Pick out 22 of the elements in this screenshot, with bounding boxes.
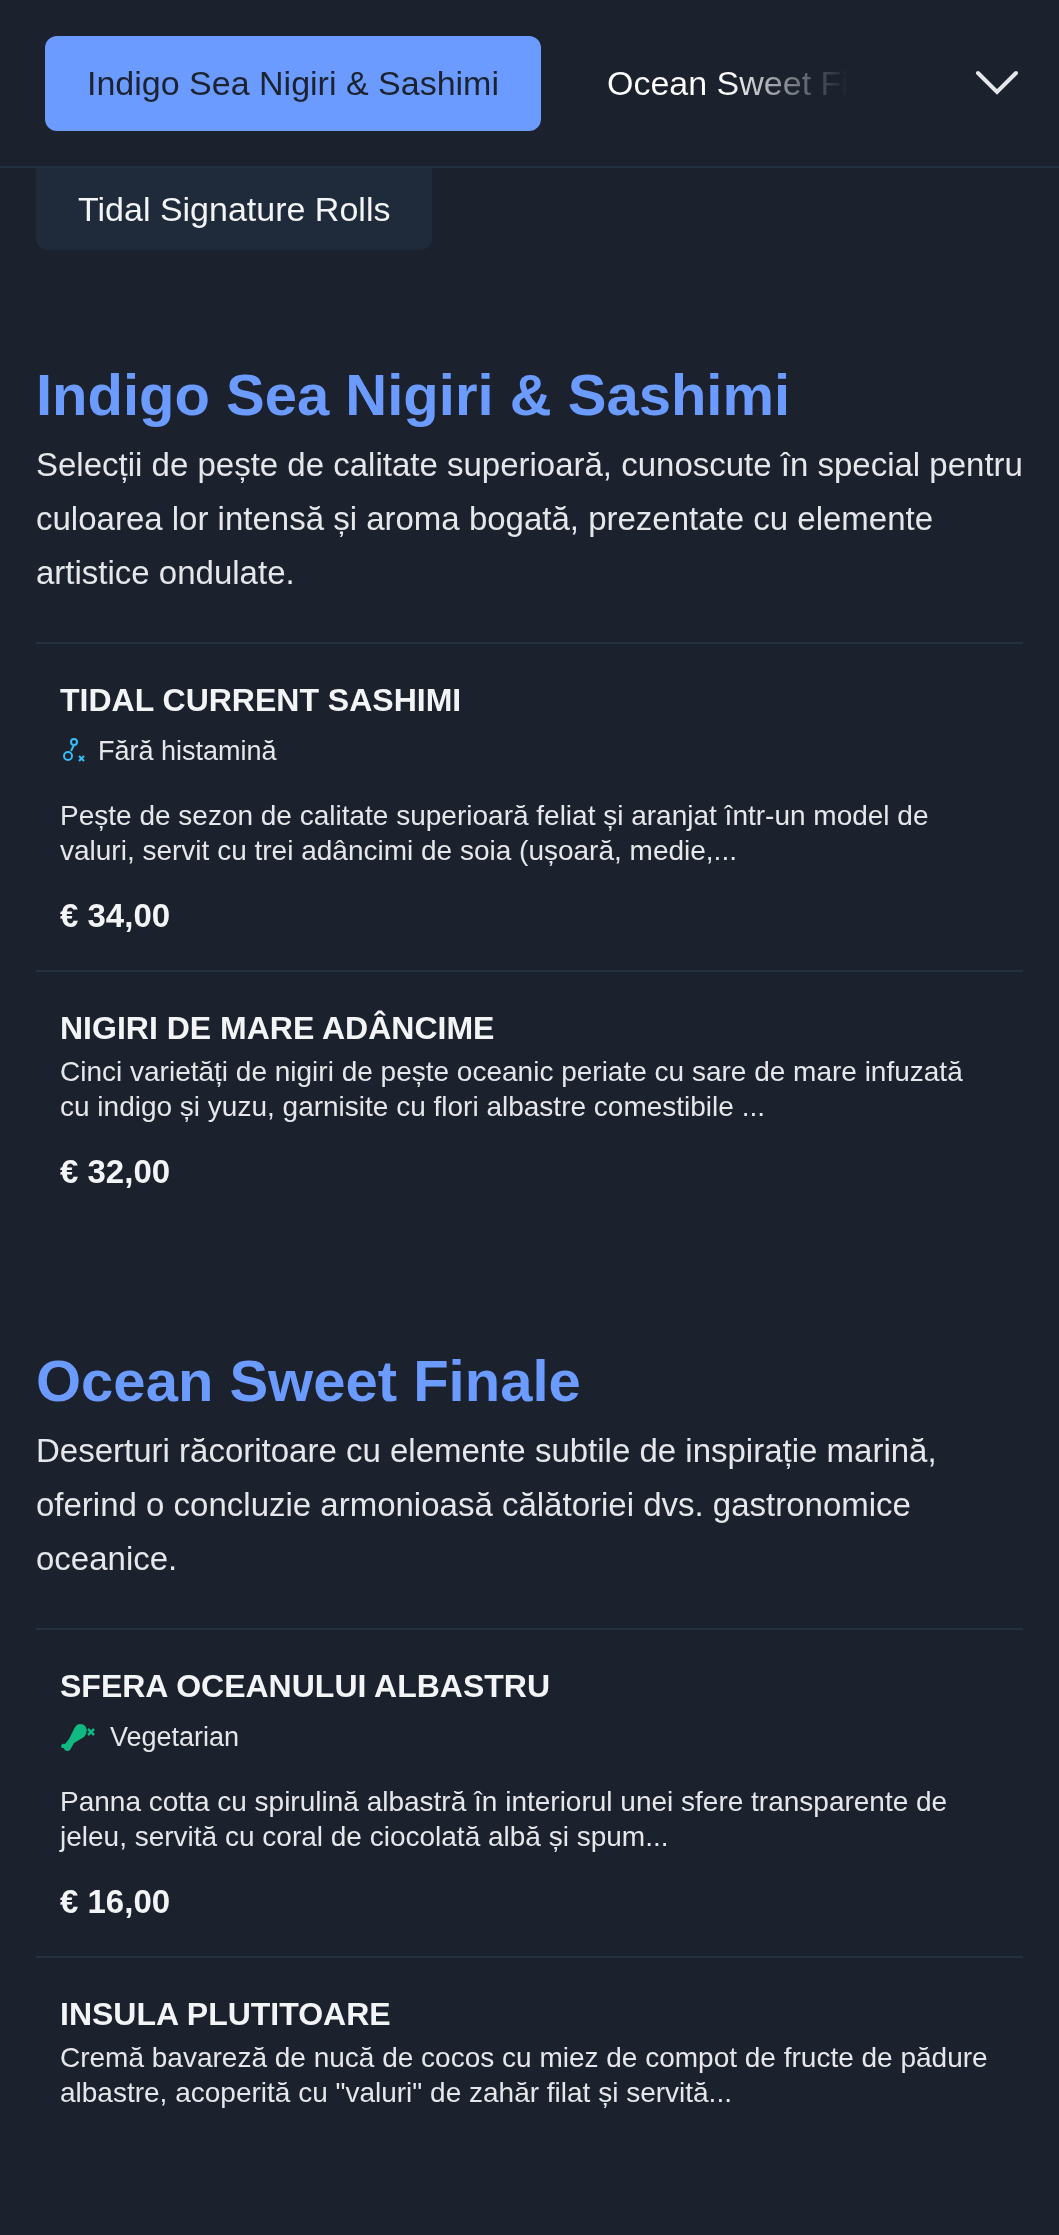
dish-description: Panna cotta cu spirulină albastră în interiorul unei sfere transparente de jeleu, servită cu coral de ciocolată albă și spum... [60, 1785, 949, 1854]
dish-name: SFERA OCEANULUI ALBASTRU [60, 1667, 552, 1706]
dish-name: TIDAL CURRENT SASHIMI [60, 681, 463, 720]
dietary-label: Fără histamină [98, 735, 277, 768]
dish-description: Cremă bavareză de nucă de cocos cu miez de compot de fructe de pădure albastre, acoperită cu "valuri" de zahăr filat și servită... [60, 2041, 989, 2110]
section-description: Selecții de pește de calitate superioară, cunoscute în special pentru culoarea lor intensă și aroma bogată, prezentate cu elemente artistice ondulate. [36, 445, 1023, 593]
crossed-drumstick-icon [60, 1721, 98, 1753]
dish-price: € 34,00 [60, 896, 172, 936]
section-title: Ocean Sweet Finale [36, 1347, 582, 1415]
dish-name: INSULA PLUTITOARE [60, 1995, 392, 2034]
dish-price: € 32,00 [60, 1152, 172, 1192]
dish-description: Pește de sezon de calitate superioară feliat și aranjat într-un model de valuri, servit cu trei adâncimi de soia (ușoară, medie,... [60, 799, 930, 868]
dish-description: Cinci varietăți de nigiri de pește oceanic periate cu sare de mare infuzată cu indigo și yuzu, garnisite cu flori albastre comestibile ... [60, 1055, 964, 1124]
section-description: Deserturi răcoritoare cu elemente subtile de inspirație marină, oferind o concluzie armonioasă călătoriei dvs. gastronomice oceanice. [36, 1431, 938, 1579]
molecule-icon [60, 738, 86, 764]
dish-price: € 16,00 [60, 1882, 172, 1922]
category-chip[interactable]: Tidal Signature Rolls [36, 168, 433, 250]
section-title: Indigo Sea Nigiri & Sashimi [36, 361, 792, 429]
category-tab[interactable]: Indigo Sea Nigiri & Sashimi [45, 35, 541, 131]
dish-name: NIGIRI DE MARE ADÂNCIME [60, 1009, 496, 1048]
chevron-down-icon[interactable] [975, 70, 1019, 96]
dietary-label: Vegetarian [110, 1721, 240, 1754]
